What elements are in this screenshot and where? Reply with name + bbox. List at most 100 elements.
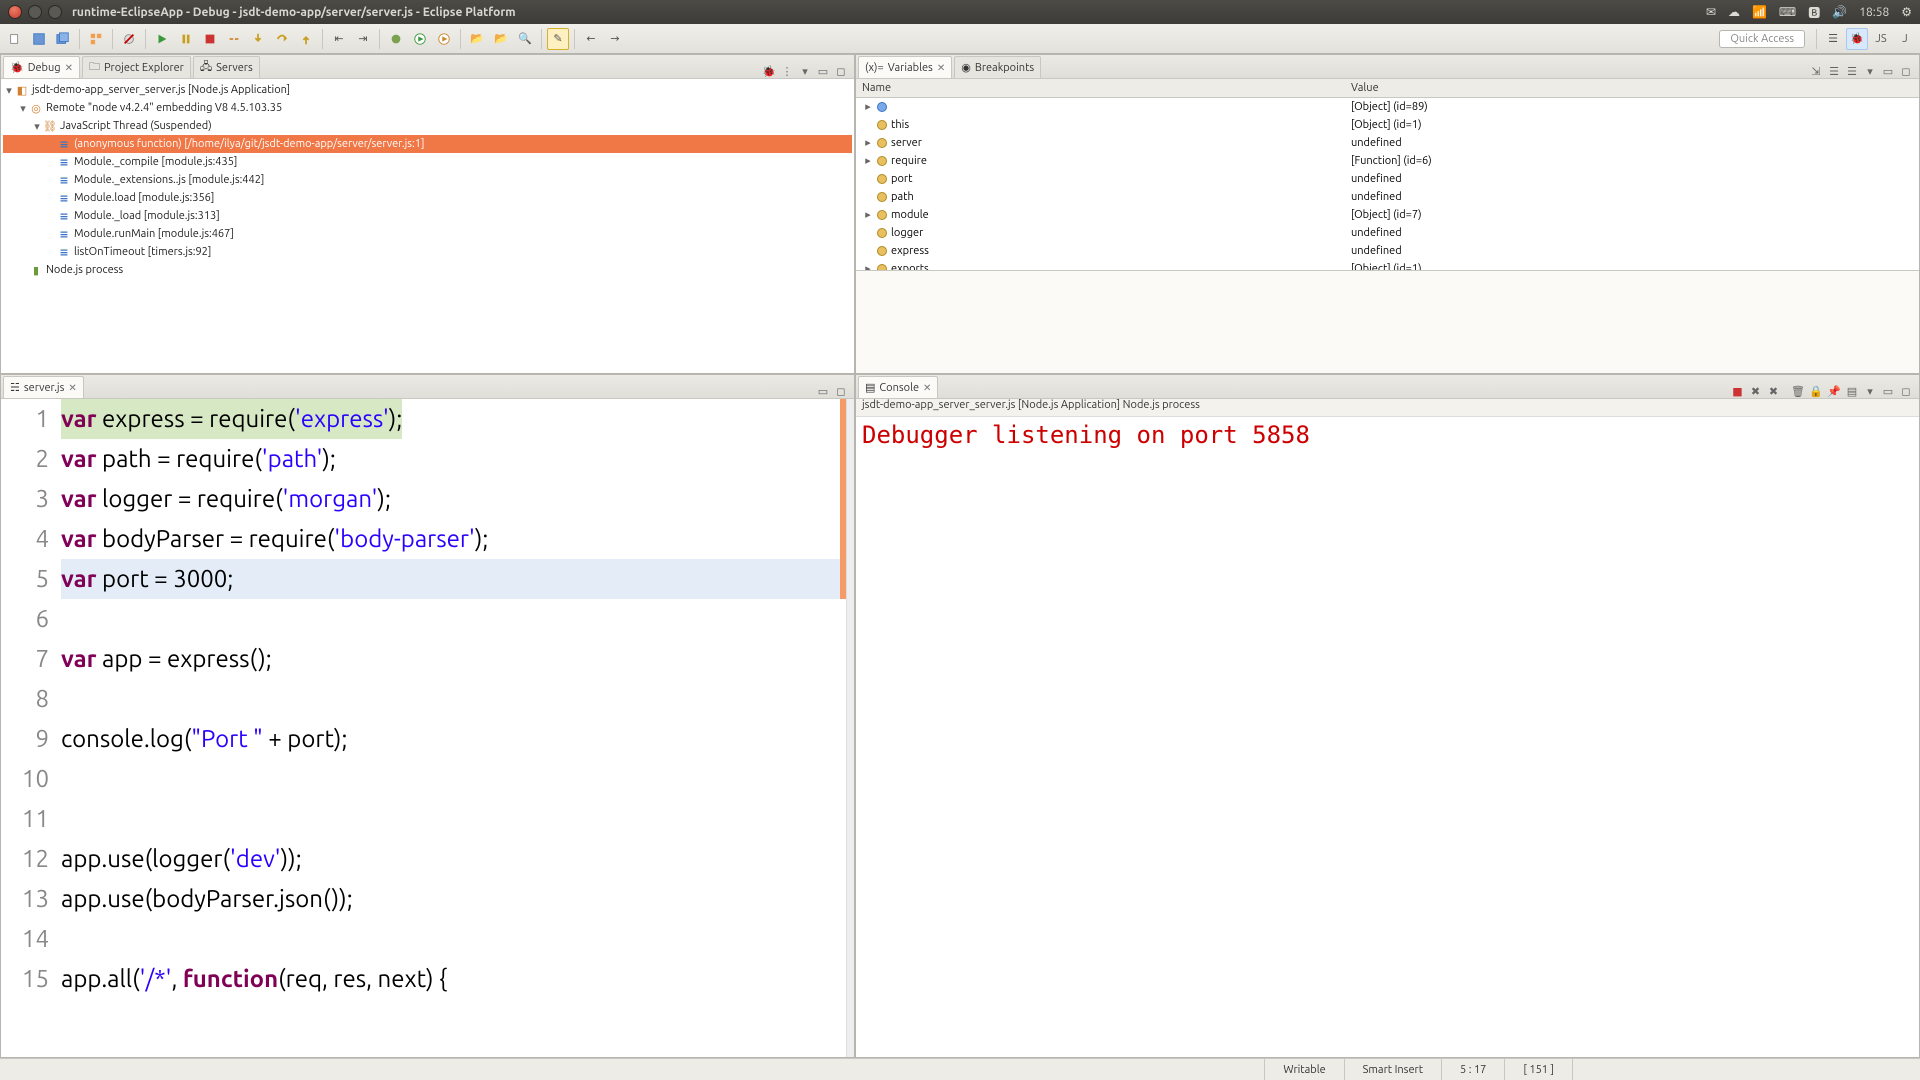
window-close-button[interactable] bbox=[8, 5, 22, 19]
tray-icon[interactable]: 🅱 bbox=[1808, 4, 1820, 21]
save-button[interactable] bbox=[28, 28, 50, 50]
scroll-lock-icon[interactable]: 🔒 bbox=[1809, 384, 1823, 398]
nav-fwd-button[interactable]: → bbox=[604, 28, 626, 50]
open-console-icon[interactable]: ▾ bbox=[1863, 384, 1877, 398]
close-icon[interactable]: ✕ bbox=[923, 382, 931, 394]
remove-all-icon[interactable]: ✖ bbox=[1766, 384, 1780, 398]
variable-row[interactable]: pathundefined bbox=[856, 188, 1919, 206]
save-all-button[interactable] bbox=[52, 28, 74, 50]
skip-breakpoints-button[interactable] bbox=[118, 28, 140, 50]
search-button[interactable]: 🔍 bbox=[514, 28, 536, 50]
disconnect-button[interactable] bbox=[223, 28, 245, 50]
drop-to-frame-button[interactable]: ⇤ bbox=[328, 28, 350, 50]
variable-row[interactable]: expressundefined bbox=[856, 242, 1919, 260]
step-into-button[interactable] bbox=[247, 28, 269, 50]
maximize-icon[interactable]: ◻ bbox=[834, 64, 848, 78]
variable-row[interactable]: ▸ [Object] (id=89) bbox=[856, 98, 1919, 116]
editor-body[interactable]: 123456789101112131415 var express = requ… bbox=[1, 399, 854, 1057]
debug-tree-row[interactable]: ≡Module.runMain [module.js:467] bbox=[3, 225, 852, 243]
debug-tree-row[interactable]: ▾⛓JavaScript Thread (Suspended) bbox=[3, 117, 852, 135]
column-name[interactable]: Name bbox=[856, 79, 1345, 98]
maximize-icon[interactable]: ◻ bbox=[1899, 384, 1913, 398]
debug-tree[interactable]: ▾◧jsdt-demo-app_server_server.js [Node.j… bbox=[1, 79, 854, 373]
view-menu-icon[interactable]: ⋮ bbox=[780, 64, 794, 78]
open-type-button[interactable]: 📂 bbox=[466, 28, 488, 50]
debug-tree-row[interactable]: ▾◧jsdt-demo-app_server_server.js [Node.j… bbox=[3, 81, 852, 99]
variable-row[interactable]: ▸ serverundefined bbox=[856, 134, 1919, 152]
debug-tree-row[interactable]: ≡Module.load [module.js:356] bbox=[3, 189, 852, 207]
tray-icon[interactable]: 🔊 bbox=[1832, 5, 1847, 19]
minimize-icon[interactable]: ▭ bbox=[816, 64, 830, 78]
remove-launch-icon[interactable]: ✖ bbox=[1748, 384, 1762, 398]
tray-clock[interactable]: 18:58 bbox=[1859, 6, 1889, 19]
variable-row[interactable]: portundefined bbox=[856, 170, 1919, 188]
debug-dropdown-button[interactable] bbox=[385, 28, 407, 50]
resume-button[interactable] bbox=[151, 28, 173, 50]
maximize-icon[interactable]: ◻ bbox=[1899, 64, 1913, 78]
ext-tools-button[interactable] bbox=[433, 28, 455, 50]
tray-icon[interactable]: 📶 bbox=[1752, 5, 1767, 19]
maximize-icon[interactable]: ◻ bbox=[834, 384, 848, 398]
toggle-icon[interactable]: ☰ bbox=[1845, 64, 1859, 78]
run-dropdown-button[interactable] bbox=[409, 28, 431, 50]
debug-tree-row[interactable]: ≡listOnTimeout [timers.js:92] bbox=[3, 243, 852, 261]
editor-tab[interactable]: ☵ server.js ✕ bbox=[3, 376, 84, 398]
toggle-mark-button[interactable]: ✎ bbox=[547, 28, 569, 50]
variable-row[interactable]: ▸ module[Object] (id=7) bbox=[856, 206, 1919, 224]
open-perspective-button[interactable]: ☰ bbox=[1822, 28, 1844, 50]
collapse-all-icon[interactable]: ⇲ bbox=[1809, 64, 1823, 78]
overview-ruler[interactable] bbox=[846, 399, 854, 1057]
debug-tree-row[interactable]: ▮Node.js process bbox=[3, 261, 852, 279]
minimize-icon[interactable]: ▭ bbox=[1881, 64, 1895, 78]
tray-icon[interactable]: ☁ bbox=[1728, 5, 1740, 19]
tray-icon[interactable]: ✉ bbox=[1706, 5, 1716, 19]
view-dropdown-icon[interactable]: ▾ bbox=[1863, 64, 1877, 78]
step-filters-button[interactable]: ⇥ bbox=[352, 28, 374, 50]
console-output-body[interactable]: Debugger listening on port 5858 bbox=[856, 417, 1919, 1057]
step-return-button[interactable] bbox=[295, 28, 317, 50]
line-gutter[interactable]: 123456789101112131415 bbox=[1, 399, 57, 1057]
close-icon[interactable]: ✕ bbox=[65, 62, 73, 74]
suspend-button[interactable] bbox=[175, 28, 197, 50]
close-icon[interactable]: ✕ bbox=[937, 62, 945, 74]
window-minimize-button[interactable] bbox=[28, 5, 42, 19]
minimize-icon[interactable]: ▭ bbox=[1881, 384, 1895, 398]
new-button[interactable] bbox=[4, 28, 26, 50]
tab-breakpoints[interactable]: ◉ Breakpoints bbox=[954, 56, 1041, 78]
column-value[interactable]: Value bbox=[1345, 79, 1919, 98]
debug-perspective-button[interactable]: 🐞 bbox=[1846, 28, 1868, 50]
js-perspective-button[interactable]: JS bbox=[1870, 28, 1892, 50]
variables-table-body[interactable]: Name Value ▸ [Object] (id=89) this[Objec… bbox=[856, 79, 1919, 270]
tab-servers[interactable]: 🖧 Servers bbox=[193, 56, 260, 78]
pin-icon[interactable]: 📌 bbox=[1827, 384, 1841, 398]
view-menu-icon[interactable]: 🐞 bbox=[762, 64, 776, 78]
step-over-button[interactable] bbox=[271, 28, 293, 50]
debug-tree-row[interactable]: ≡Module._load [module.js:313] bbox=[3, 207, 852, 225]
debug-tree-row[interactable]: ≡Module._compile [module.js:435] bbox=[3, 153, 852, 171]
close-icon[interactable]: ✕ bbox=[68, 382, 76, 394]
quick-access-input[interactable]: Quick Access bbox=[1719, 30, 1805, 48]
debug-tree-row[interactable]: ▾◎Remote "node v4.2.4" embedding V8 4.5.… bbox=[3, 99, 852, 117]
debug-tree-row[interactable]: ≡(anonymous function) [/home/ilya/git/js… bbox=[3, 135, 852, 153]
tray-icon[interactable]: ⌨ bbox=[1779, 5, 1796, 19]
jee-perspective-button[interactable]: J bbox=[1894, 28, 1916, 50]
window-maximize-button[interactable] bbox=[48, 5, 62, 19]
terminate-button[interactable] bbox=[199, 28, 221, 50]
tray-icon[interactable]: ⚙ bbox=[1901, 5, 1912, 19]
minimize-icon[interactable]: ▭ bbox=[816, 384, 830, 398]
variable-row[interactable]: ▸ require[Function] (id=6) bbox=[856, 152, 1919, 170]
terminate-icon[interactable]: ■ bbox=[1730, 384, 1744, 398]
clear-icon[interactable]: 🗑 bbox=[1791, 384, 1805, 398]
code-area[interactable]: var express = require('express');var pat… bbox=[57, 399, 846, 1057]
variable-row[interactable]: ▸ exports[Object] (id=1) bbox=[856, 260, 1919, 270]
tab-console[interactable]: ▤ Console ✕ bbox=[858, 376, 938, 398]
tab-variables[interactable]: (x)= Variables ✕ bbox=[858, 56, 952, 78]
nav-back-button[interactable]: ← bbox=[580, 28, 602, 50]
view-dropdown-icon[interactable]: ▾ bbox=[798, 64, 812, 78]
perspective-button[interactable] bbox=[85, 28, 107, 50]
variable-row[interactable]: loggerundefined bbox=[856, 224, 1919, 242]
open-task-button[interactable]: 📂 bbox=[490, 28, 512, 50]
variable-row[interactable]: this[Object] (id=1) bbox=[856, 116, 1919, 134]
variable-detail-pane[interactable] bbox=[856, 270, 1919, 373]
display-icon[interactable]: ▤ bbox=[1845, 384, 1859, 398]
